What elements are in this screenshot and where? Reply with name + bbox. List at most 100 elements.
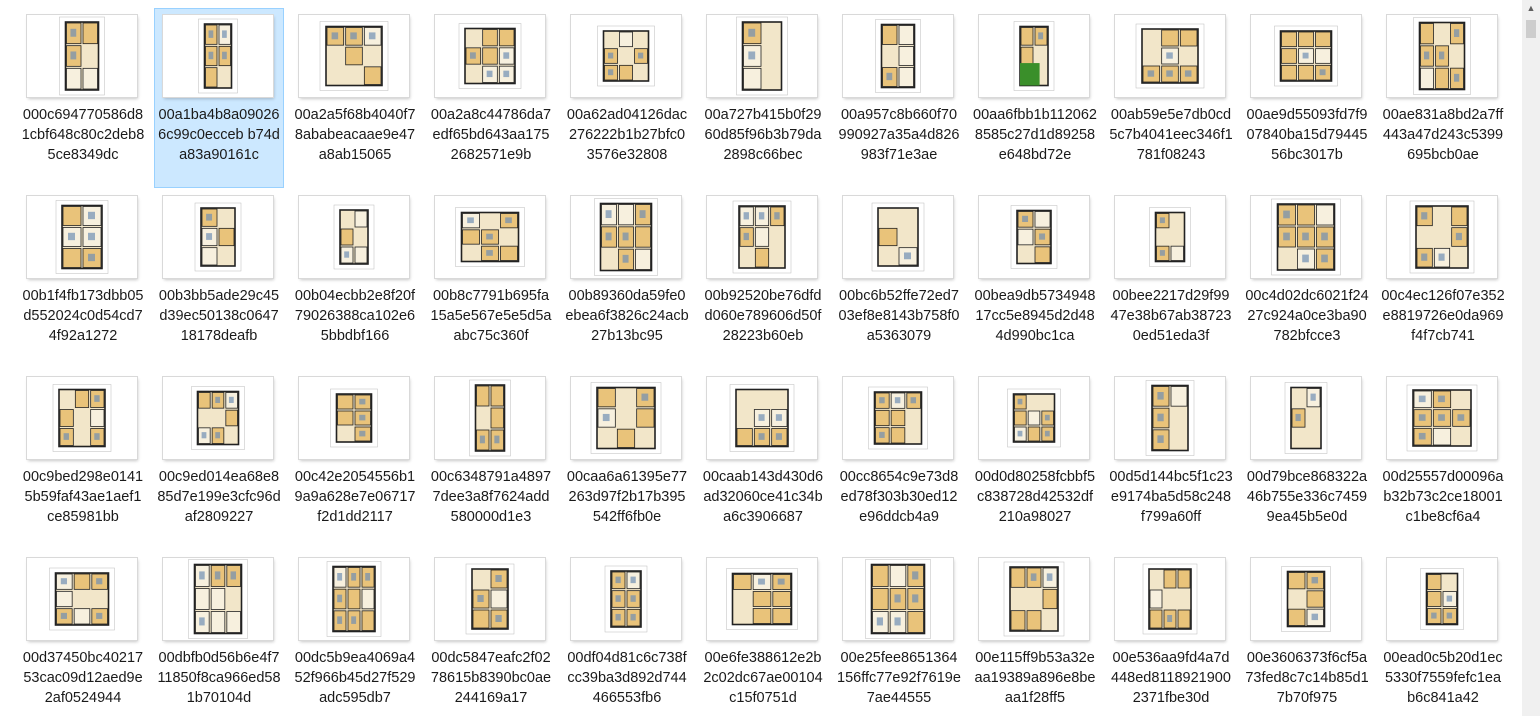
file-tile[interactable]: 00b3bb5ade29c45d39ec50138c064718178deafb [154,189,284,369]
floorplan-thumbnail [843,558,953,640]
file-name-label: 00e6fe388612e2b2c02dc67ae00104c15f0751d [703,650,823,706]
file-name-label: 00d5d144bc5f1c23e9174ba5d58c248f799a60ff [1109,469,1233,525]
floorplan-thumbnail [1115,377,1225,459]
file-tile[interactable]: 00aa6fbb1b1120628585c27d1d89258e648bd72e [970,8,1100,188]
vertical-scrollbar[interactable]: ▲ [1522,0,1540,716]
file-tile[interactable]: 00c42e2054556b19a9a628e7e06717f2d1dd2117 [290,370,420,550]
floorplan-thumbnail [435,15,545,97]
file-tile[interactable]: 00ae831a8bd2a7ff443a47d243c5399695bcb0ae [1378,8,1508,188]
floorplan-thumbnail [1387,377,1497,459]
file-tile[interactable]: 00df04d81c6c738fcc39ba3d892d744466553fb6 [562,551,692,716]
file-name-label: 00c42e2054556b19a9a628e7e06717f2d1dd2117 [294,469,416,525]
file-name-label: 00b1f4fb173dbb05d552024c0d54cd74f92a1272 [22,288,144,344]
file-tile[interactable]: 00c4d02dc6021f2427c924a0ce3ba90782bfcce3 [1242,189,1372,369]
floorplan-image [1406,384,1478,452]
floorplan-image [865,559,931,639]
floorplan-image [319,21,389,91]
file-name-label: 00b3bb5ade29c45d39ec50138c064718178deafb [158,288,280,344]
file-tile[interactable]: 00a2a8c44786da7edf65bd643aa1752682571e9b [426,8,556,188]
floorplan-image [465,563,515,635]
floorplan-image [1007,388,1061,448]
file-tile[interactable]: 00d37450bc4021753cac09d12aed9e2af0524944 [18,551,148,716]
file-tile[interactable]: 00a727b415b0f2960d85f96b3b79da2898c66bec [698,8,828,188]
thumbnail-grid: 000c694770586d81cbf648c80c2deb85ce8349dc… [18,8,1508,716]
file-tile[interactable]: 00dc5b9ea4069a452f966b45d27f529adc595db7 [290,551,420,716]
floorplan-image [326,561,382,637]
floorplan-thumbnail [1251,377,1361,459]
floorplan-image [1409,200,1475,274]
file-tile[interactable]: 00b1f4fb173dbb05d552024c0d54cd74f92a1272 [18,189,148,369]
file-name-label: 00a2a8c44786da7edf65bd643aa1752682571e9b [430,107,552,163]
file-tile[interactable]: 00e25fee8651364156ffc77e92f7619e7ae44555 [834,551,964,716]
file-tile[interactable]: 00b8c7791b695fa15a5e567e5e5d5aabc75c360f [426,189,556,369]
file-tile[interactable]: 00b92520be76dfdd060e789606d50f28223b60eb [698,189,828,369]
floorplan-thumbnail [707,15,817,97]
file-tile[interactable]: 00d79bce868322a46b755e336c74599ea45b5e0d [1242,370,1372,550]
file-tile[interactable]: 000c694770586d81cbf648c80c2deb85ce8349dc [18,8,148,188]
file-tile[interactable]: 00a2a5f68b4040f78ababeacaae9e47a8ab15065 [290,8,420,188]
floorplan-thumbnail [163,558,273,640]
file-tile[interactable]: 00c6348791a48977dee3a8f7624add580000d1e3 [426,370,556,550]
scrollbar-thumb[interactable] [1526,20,1536,38]
file-tile[interactable]: 00ab59e5e7db0cd5c7b4041eec346f1781f08243 [1106,8,1236,188]
floorplan-thumbnail [571,15,681,97]
floorplan-image [330,388,378,448]
floorplan-thumbnail [979,558,1089,640]
file-tile[interactable]: 00e3606373f6cf5a73fed8c7c14b85d17b70f975 [1242,551,1372,716]
file-name-label: 00c9bed298e01415b59faf43ae1aef1ce85981bb [22,469,144,525]
floorplan-thumbnail [1251,196,1361,278]
file-tile[interactable]: 00a62ad04126dac276222b1b27bfc03576e32808 [562,8,692,188]
floorplan-image [191,386,245,450]
file-name-label: 00d37450bc4021753cac09d12aed9e2af0524944 [22,650,144,706]
file-name-label: 00a62ad04126dac276222b1b27bfc03576e32808 [566,107,688,163]
file-tile[interactable]: 00bee2217d29f9947e38b67ab387230ed51eda3f [1106,189,1236,369]
file-tile[interactable]: 00d25557d00096ab32b73c2ce18001c1be8cf6a4 [1378,370,1508,550]
floorplan-image [1281,566,1331,632]
file-tile[interactable]: 00e6fe388612e2b2c02dc67ae00104c15f0751d [698,551,828,716]
file-tile[interactable]: 00caa6a61395e77263d97f2b17b395542ff6fb0e [562,370,692,550]
file-name-label: 00cc8654c9e73d8ed78f303b30ed12e96ddcb4a9 [839,469,959,525]
floorplan-image [55,200,109,274]
file-tile[interactable]: 00b04ecbb2e8f20f79026388ca102e65bbdbf166 [290,189,420,369]
scroll-up-arrow-icon[interactable]: ▲ [1522,0,1540,17]
file-name-label: 00b92520be76dfdd060e789606d50f28223b60eb [704,288,822,344]
file-tile[interactable]: 00dc5847eafc2f0278615b8390bc0ae244169a17 [426,551,556,716]
file-tile[interactable]: 00cc8654c9e73d8ed78f303b30ed12e96ddcb4a9 [834,370,964,550]
file-name-label: 00caab143d430d6ad32060ce41c34ba6c3906687 [702,469,824,525]
floorplan-image [1149,207,1191,267]
file-tile[interactable]: 00d5d144bc5f1c23e9174ba5d58c248f799a60ff [1106,370,1236,550]
floorplan-thumbnail [979,377,1089,459]
file-tile[interactable]: 00a1ba4b8a090266c99c0ecceb b74da83a90161… [154,8,284,188]
file-name-label: 00a2a5f68b4040f78ababeacaae9e47a8ab15065 [294,107,416,163]
file-tile[interactable]: 00c9bed298e01415b59faf43ae1aef1ce85981bb [18,370,148,550]
file-name-label: 00ae9d55093fd7f907840ba15d7944556bc3017b [1246,107,1368,163]
file-tile[interactable]: 00d0d80258fcbbf5c838728d42532df210a98027 [970,370,1100,550]
file-tile[interactable]: 00a957c8b660f70990927a35a4d826983f71e3ae [834,8,964,188]
floorplan-image [597,25,655,87]
file-name-label: 00bea9db573494817cc5e8945d2d484d990bc1ca [974,288,1096,344]
file-tile[interactable]: 00c9ed014ea68e885d7e199e3cfc96daf2809227 [154,370,284,550]
file-tile[interactable]: 00dbfb0d56b6e4f711850f8ca966ed581b70104d [154,551,284,716]
floorplan-image [871,202,925,272]
file-tile[interactable]: 00ead0c5b20d1ec5330f7559fefc1eab6c841a42 [1378,551,1508,716]
file-name-label: 00a1ba4b8a090266c99c0ecceb b74da83a90161… [158,107,280,163]
floorplan-thumbnail [435,377,545,459]
file-tile[interactable]: 00ae9d55093fd7f907840ba15d7944556bc3017b [1242,8,1372,188]
floorplan-image [1003,561,1065,637]
floorplan-thumbnail [27,15,137,97]
floorplan-thumbnail [435,558,545,640]
file-tile[interactable]: 00e536aa9fd4a7d448ed81189219002371fbe30d [1106,551,1236,716]
file-tile[interactable]: 00caab143d430d6ad32060ce41c34ba6c3906687 [698,370,828,550]
floorplan-thumbnail [843,377,953,459]
floorplan-thumbnail [299,15,409,97]
file-tile[interactable]: 00e115ff9b53a32eaa19389a896e8beaa1f28ff5 [970,551,1100,716]
file-tile[interactable]: 00bc6b52ffe72ed703ef8e8143b758f0a5363079 [834,189,964,369]
file-tile[interactable]: 00bea9db573494817cc5e8945d2d484d990bc1ca [970,189,1100,369]
floorplan-thumbnail [1251,15,1361,97]
floorplan-thumbnail [299,196,409,278]
file-tile[interactable]: 00c4ec126f07e352e8819726e0da969f4f7cb741 [1378,189,1508,369]
file-tile[interactable]: 00b89360da59fe0ebea6f3826c24acb27b13bc95 [562,189,692,369]
floorplan-image [194,202,242,272]
floorplan-thumbnail [1115,558,1225,640]
floorplan-image [732,200,792,274]
